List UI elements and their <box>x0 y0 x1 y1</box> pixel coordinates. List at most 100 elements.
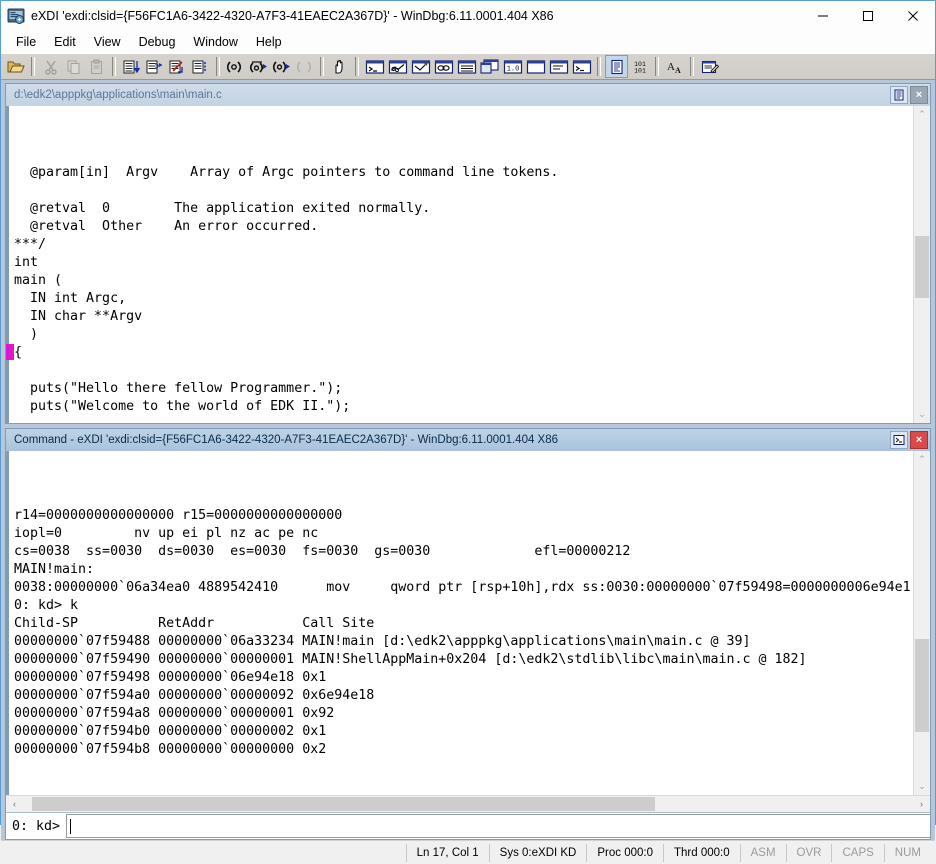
menu-view[interactable]: View <box>85 33 130 51</box>
command-output-line: MAIN!main: <box>14 562 95 577</box>
menu-file[interactable]: File <box>7 33 45 51</box>
command-scroll-right-button[interactable]: › <box>913 796 930 812</box>
svg-text:A: A <box>667 61 675 73</box>
command-scroll-track[interactable] <box>914 468 930 778</box>
source-line: @retval Other An error occurred. <box>14 218 913 236</box>
command-output-line: 00000000`07f59498 00000000`06e94e18 0x1 <box>14 670 327 685</box>
status-ovr: OVR <box>785 843 832 862</box>
stop-debugging-icon[interactable] <box>270 55 293 78</box>
source-line-text: @retval 0 The application exited normall… <box>14 201 431 216</box>
status-thread: Thrd 000:0 <box>663 843 740 862</box>
command-vertical-scrollbar[interactable]: ⌃ ⌄ <box>913 451 930 795</box>
source-line-text: main ( <box>14 273 63 288</box>
toolbar-separator <box>655 57 659 76</box>
step-into-icon[interactable] <box>120 55 143 78</box>
command-hscroll-track[interactable] <box>23 796 913 812</box>
source-window-close-button[interactable]: × <box>910 86 928 104</box>
scratch-pad-icon[interactable] <box>524 55 547 78</box>
menu-edit[interactable]: Edit <box>45 33 85 51</box>
command-browser-icon[interactable] <box>570 55 593 78</box>
command-window-body: r14=0000000000000000 r15=000000000000000… <box>6 451 930 795</box>
command-window-title-bar[interactable]: Command - eXDI 'exdi:clsid={F56FC1A6-342… <box>6 429 930 451</box>
source-line: @retval 0 The application exited normall… <box>14 200 913 218</box>
command-window-icon[interactable] <box>363 55 386 78</box>
source-scroll-track[interactable] <box>914 123 930 406</box>
cut-icon <box>39 55 62 78</box>
command-output-line: 00000000`07f594a0 00000000`00000092 0x6e… <box>14 688 375 703</box>
source-line: @param[in] Argv Array of Argc pointers t… <box>14 164 913 182</box>
toolbar: 1.0 101 101 A A <box>1 53 935 80</box>
command-prompt-row: 0: kd> <box>6 812 930 839</box>
status-process: Proc 000:0 <box>586 843 663 862</box>
run-to-cursor-icon[interactable] <box>189 55 212 78</box>
command-output-line: r14=0000000000000000 r15=000000000000000… <box>14 508 343 523</box>
source-line-text: puts("Welcome to the world of EDK II."); <box>14 399 351 414</box>
source-line <box>14 416 913 423</box>
source-scroll-thumb[interactable] <box>915 236 929 299</box>
memory-window-icon[interactable] <box>455 55 478 78</box>
status-line-col: Ln 17, Col 1 <box>405 843 489 862</box>
command-scroll-thumb[interactable] <box>915 638 929 732</box>
registers-window-icon[interactable] <box>432 55 455 78</box>
close-button[interactable] <box>890 1 935 31</box>
options-icon[interactable] <box>698 55 721 78</box>
source-line-text: int <box>14 255 39 270</box>
hand-break-icon[interactable] <box>328 55 351 78</box>
command-output-lines: r14=0000000000000000 r15=000000000000000… <box>14 507 913 759</box>
source-scroll-up-button[interactable]: ⌃ <box>914 106 930 123</box>
command-scroll-up-button[interactable]: ⌃ <box>914 451 930 468</box>
maximize-button[interactable] <box>845 1 890 31</box>
assembly-mode-icon[interactable]: 101 101 <box>628 55 651 78</box>
processes-threads-icon[interactable] <box>547 55 570 78</box>
step-over-icon[interactable] <box>143 55 166 78</box>
toolbar-separator <box>31 57 35 76</box>
svg-text:101: 101 <box>634 67 646 74</box>
menu-window[interactable]: Window <box>184 33 246 51</box>
window-controls <box>800 1 935 31</box>
source-line: ) <box>14 326 913 344</box>
locals-window-icon[interactable] <box>409 55 432 78</box>
command-scroll-left-button[interactable]: ‹ <box>6 796 23 812</box>
svg-text:1.0: 1.0 <box>506 65 519 73</box>
command-output-view[interactable]: r14=0000000000000000 r15=000000000000000… <box>6 451 913 795</box>
command-output-line: 00000000`07f59488 00000000`06a33234 MAIN… <box>14 634 751 649</box>
source-code-view[interactable]: @param[in] Argv Array of Argc pointers t… <box>6 106 913 423</box>
command-horizontal-scrollbar[interactable]: ‹ › <box>6 795 930 812</box>
go-icon[interactable] <box>224 55 247 78</box>
command-hscroll-thumb[interactable] <box>31 797 655 811</box>
menu-help[interactable]: Help <box>247 33 291 51</box>
font-icon[interactable]: A A <box>663 55 686 78</box>
minimize-button[interactable] <box>800 1 845 31</box>
source-code-lines: @param[in] Argv Array of Argc pointers t… <box>6 164 913 423</box>
source-window-restore-button[interactable] <box>890 86 908 104</box>
source-mode-icon[interactable] <box>605 55 628 78</box>
step-out-icon[interactable] <box>166 55 189 78</box>
toolbar-separator <box>355 57 359 76</box>
window-title: eXDI 'exdi:clsid={F56FC1A6-3422-4320-A7F… <box>31 9 554 23</box>
source-line-text: IN int Argc, <box>14 291 127 306</box>
title-bar: eXDI 'exdi:clsid={F56FC1A6-3422-4320-A7F… <box>1 1 935 31</box>
status-num: NUM <box>883 843 935 862</box>
text-caret <box>70 818 72 834</box>
toolbar-separator <box>690 57 694 76</box>
source-window-body: @param[in] Argv Array of Argc pointers t… <box>6 106 930 423</box>
command-window-restore-button[interactable] <box>890 431 908 449</box>
menu-debug[interactable]: Debug <box>130 33 185 51</box>
command-scroll-down-button[interactable]: ⌄ <box>914 778 930 795</box>
source-line-text: IN char **Argv <box>14 309 143 324</box>
disassembly-window-icon[interactable]: 1.0 <box>501 55 524 78</box>
source-scroll-down-button[interactable]: ⌄ <box>914 406 930 423</box>
source-vertical-scrollbar[interactable]: ⌃ ⌄ <box>913 106 930 423</box>
app-icon <box>7 7 25 25</box>
command-output-line: 0038:00000000`06a34ea0 4889542410 mov qw… <box>14 580 911 595</box>
status-bar: Ln 17, Col 1 Sys 0:eXDI KD Proc 000:0 Th… <box>1 840 935 864</box>
source-window-title-bar[interactable]: d:\edk2\apppkg\applications\main\main.c … <box>6 84 930 106</box>
status-asm: ASM <box>739 843 786 862</box>
watch-window-icon[interactable] <box>386 55 409 78</box>
command-input[interactable] <box>66 814 930 838</box>
toolbar-separator <box>112 57 116 76</box>
call-stack-window-icon[interactable] <box>478 55 501 78</box>
open-source-file-icon[interactable] <box>4 55 27 78</box>
restart-icon[interactable] <box>247 55 270 78</box>
command-window-close-button[interactable]: × <box>910 431 928 449</box>
